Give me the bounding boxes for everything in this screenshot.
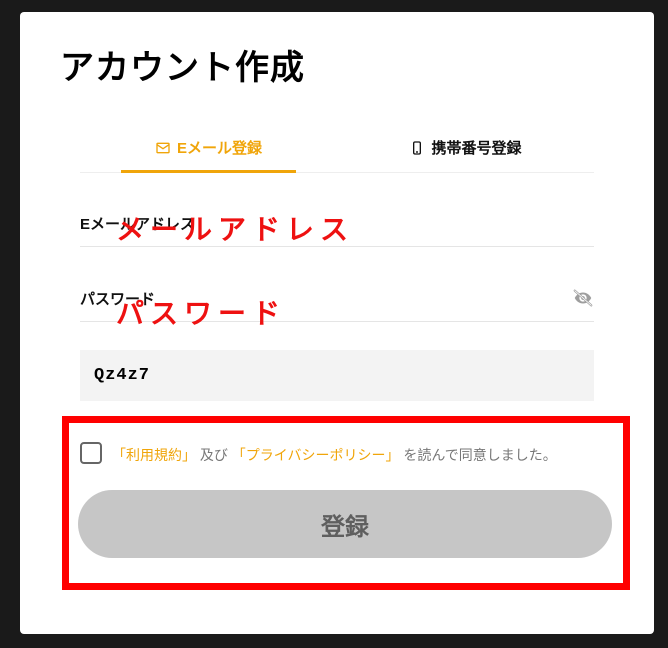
captcha-code: Qz4z7 (80, 350, 594, 401)
consent-text: 「利用規約」 及び 「プライバシーポリシー」 を読んで同意しました。 (112, 442, 557, 466)
form-area: Eメールアドレス パスワード Qz4z7 (20, 213, 654, 401)
password-label: パスワード (80, 288, 155, 309)
mail-icon (155, 140, 171, 156)
tab-email[interactable]: Eメール登録 (80, 137, 337, 172)
email-field-row: Eメールアドレス (80, 213, 594, 247)
email-label: Eメールアドレス (80, 213, 195, 234)
tab-phone[interactable]: 携帯番号登録 (337, 137, 594, 172)
terms-close-bracket: 」 (182, 447, 196, 463)
consent-rest: を読んで同意しました。 (403, 447, 556, 463)
privacy-open-bracket: 「 (232, 447, 246, 463)
page-title: アカウント作成 (20, 12, 654, 89)
password-field-row: パスワード (80, 287, 594, 322)
password-input[interactable] (155, 290, 572, 307)
tab-email-label: Eメール登録 (177, 137, 262, 158)
visibility-off-icon[interactable] (572, 287, 594, 309)
signup-card: アカウント作成 Eメール登録 携帯番号登録 Eメールアドレス (20, 12, 654, 634)
consent-checkbox[interactable] (80, 442, 102, 464)
terms-open-bracket: 「 (112, 447, 126, 463)
submit-button[interactable]: 登録 (78, 490, 612, 558)
privacy-close-bracket: 」 (386, 447, 400, 463)
consent-row: 「利用規約」 及び 「プライバシーポリシー」 を読んで同意しました。 (80, 442, 610, 466)
email-input[interactable] (195, 215, 594, 232)
terms-link[interactable]: 利用規約 (126, 447, 182, 463)
consent-and: 及び (200, 447, 228, 463)
phone-icon (409, 140, 425, 156)
tab-phone-label: 携帯番号登録 (431, 137, 521, 158)
register-tabs: Eメール登録 携帯番号登録 (80, 137, 594, 173)
privacy-link[interactable]: プライバシーポリシー (246, 447, 386, 463)
